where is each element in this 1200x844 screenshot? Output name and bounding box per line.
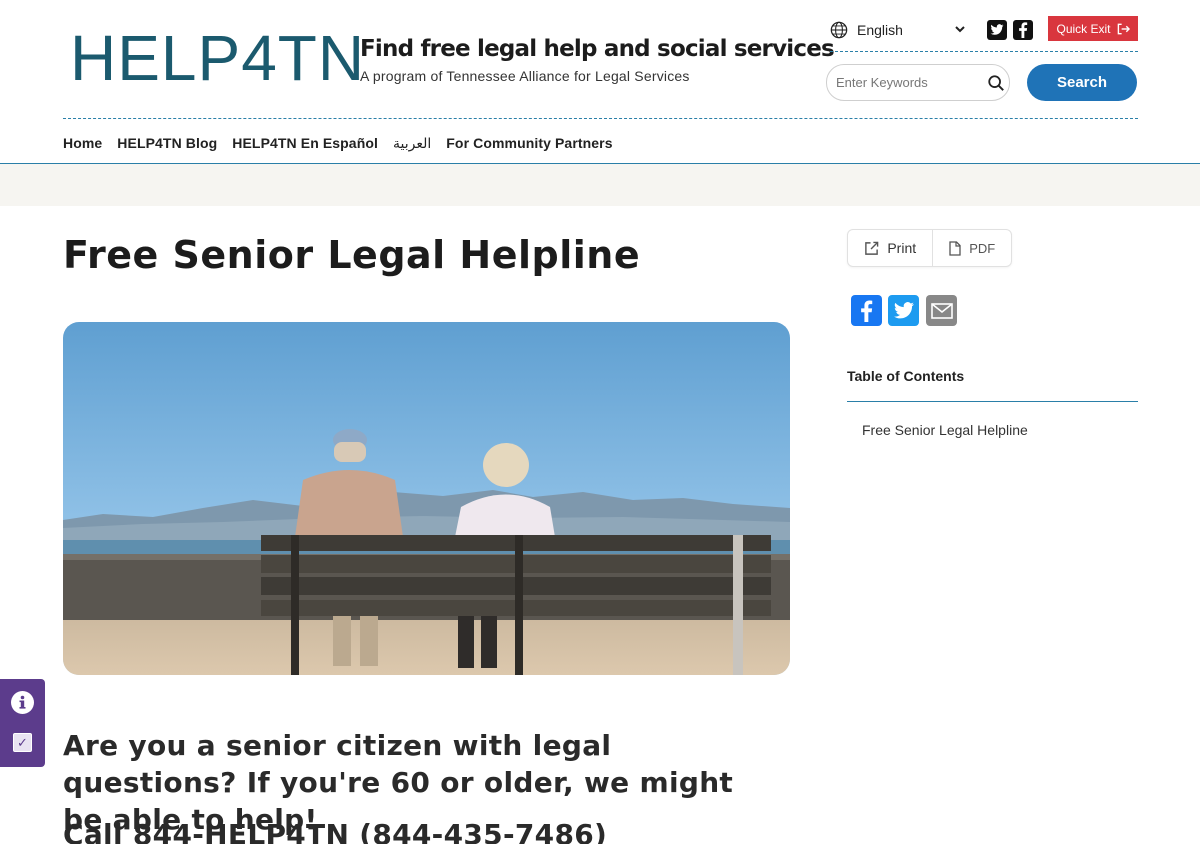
page-title: Free Senior Legal Helpline [63, 233, 641, 277]
nav-item-espanol[interactable]: HELP4TN En Español [232, 135, 378, 152]
side-widget: ✓ [0, 679, 45, 767]
header-divider [830, 51, 1138, 52]
document-icon [949, 240, 961, 256]
toc-title: Table of Contents [847, 368, 965, 384]
nav-item-community-partners[interactable]: For Community Partners [446, 135, 612, 152]
toc-item[interactable]: Free Senior Legal Helpline [862, 422, 1028, 438]
globe-icon [830, 21, 848, 39]
search-icon[interactable] [987, 74, 1005, 92]
share-email-icon[interactable] [926, 295, 957, 326]
checkbox-icon[interactable]: ✓ [13, 733, 32, 752]
print-button[interactable]: Print [848, 230, 934, 266]
nav-divider [63, 118, 1138, 119]
external-link-icon [865, 241, 879, 255]
language-label: English [857, 22, 903, 38]
print-label: Print [887, 240, 917, 256]
main-nav: Home HELP4TN Blog HELP4TN En Español الع… [63, 135, 613, 152]
search-input[interactable] [826, 64, 1010, 101]
quick-exit-button[interactable]: Quick Exit [1048, 16, 1138, 41]
site-logo[interactable]: HELP4TN [70, 26, 365, 90]
site-subtagline: A program of Tennessee Alliance for Lega… [360, 68, 690, 84]
language-selector[interactable]: English [830, 19, 970, 41]
twitter-icon[interactable] [987, 20, 1007, 40]
pdf-button[interactable]: PDF [933, 230, 1011, 266]
page-tools: Print PDF [847, 229, 1012, 267]
facebook-icon[interactable] [1013, 20, 1033, 40]
pdf-label: PDF [969, 240, 996, 256]
helpline-number: Call 844-HELP4TN (844-435-7486) [63, 818, 608, 844]
toc-rule [847, 401, 1138, 402]
exit-icon [1117, 23, 1130, 34]
info-icon[interactable] [11, 691, 34, 714]
nav-item-home[interactable]: Home [63, 135, 102, 152]
search-button[interactable]: Search [1027, 64, 1137, 101]
site-tagline: Find free legal help and social services [360, 36, 835, 62]
share-twitter-icon[interactable] [888, 295, 919, 326]
hero-image [63, 322, 790, 675]
nav-item-blog[interactable]: HELP4TN Blog [117, 135, 217, 152]
breadcrumb-band [0, 164, 1200, 206]
chevron-down-icon [955, 26, 965, 33]
quick-exit-label: Quick Exit [1056, 21, 1111, 36]
share-facebook-icon[interactable] [851, 295, 882, 326]
nav-item-arabic[interactable]: العربية [393, 135, 431, 152]
